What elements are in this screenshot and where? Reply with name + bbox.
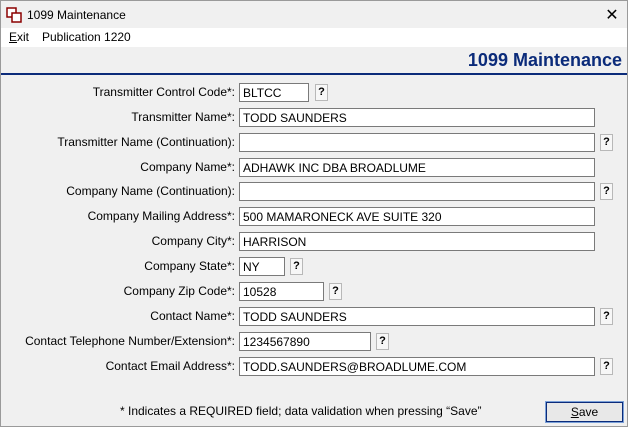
title-bar: 1099 Maintenance ✕ (1, 1, 627, 28)
company-name-continuation-label: Company Name (Continuation): (66, 184, 235, 198)
app-icon (6, 7, 22, 23)
company-name-continuation-help-button[interactable]: ? (600, 183, 613, 200)
close-button[interactable]: ✕ (597, 1, 627, 28)
company-city-input[interactable] (239, 232, 595, 251)
transmitter-name-continuation-input[interactable] (239, 133, 595, 152)
window-title: 1099 Maintenance (27, 8, 126, 22)
company-name-label: Company Name*: (140, 160, 235, 174)
contact-email-label: Contact Email Address*: (105, 359, 235, 373)
company-mailing-address-input[interactable] (239, 207, 595, 226)
company-state-input[interactable] (239, 257, 285, 276)
company-mailing-address-label: Company Mailing Address*: (87, 209, 235, 223)
contact-telephone-label: Contact Telephone Number/Extension*: (25, 334, 235, 348)
contact-name-label: Contact Name*: (150, 309, 235, 323)
contact-telephone-help-button[interactable]: ? (376, 333, 389, 350)
transmitter-name-continuation-help-button[interactable]: ? (600, 134, 613, 151)
contact-name-help-button[interactable]: ? (600, 308, 613, 325)
transmitter-name-input[interactable] (239, 108, 595, 127)
transmitter-name-continuation-label: Transmitter Name (Continuation): (57, 135, 235, 149)
menu-publication-1220[interactable]: Publication 1220 (42, 30, 131, 44)
save-button-accelerator: S (570, 405, 579, 419)
company-city-label: Company City*: (151, 234, 235, 248)
company-zip-code-help-button[interactable]: ? (329, 283, 342, 300)
company-zip-code-input[interactable] (239, 282, 324, 301)
transmitter-control-code-label: Transmitter Control Code*: (92, 85, 235, 99)
close-icon: ✕ (605, 6, 619, 24)
menu-exit-label: xit (17, 30, 30, 44)
transmitter-name-label: Transmitter Name*: (131, 110, 235, 124)
save-button[interactable]: Save (545, 401, 624, 423)
company-zip-code-label: Company Zip Code*: (123, 284, 235, 298)
menu-exit-accelerator: E (9, 30, 18, 44)
company-name-input[interactable] (239, 158, 595, 177)
contact-telephone-input[interactable] (239, 332, 371, 351)
contact-email-help-button[interactable]: ? (600, 358, 613, 375)
app-window: 1099 Maintenance ✕ Exit Publication 1220… (0, 0, 628, 427)
header: 1099 Maintenance (1, 47, 627, 73)
header-divider (1, 73, 627, 75)
menu-exit[interactable]: Exit (9, 30, 29, 44)
company-state-label: Company State*: (144, 259, 235, 273)
contact-name-input[interactable] (239, 307, 595, 326)
company-name-continuation-input[interactable] (239, 182, 595, 201)
contact-email-input[interactable] (239, 357, 595, 376)
required-field-footnote: * Indicates a REQUIRED field; data valid… (120, 404, 482, 418)
save-button-label: ave (578, 405, 599, 419)
transmitter-control-code-input[interactable] (239, 83, 309, 102)
page-title: 1099 Maintenance (467, 50, 622, 70)
company-state-help-button[interactable]: ? (290, 258, 303, 275)
menu-bar: Exit Publication 1220 (1, 28, 627, 48)
transmitter-control-code-help-button[interactable]: ? (315, 84, 328, 101)
